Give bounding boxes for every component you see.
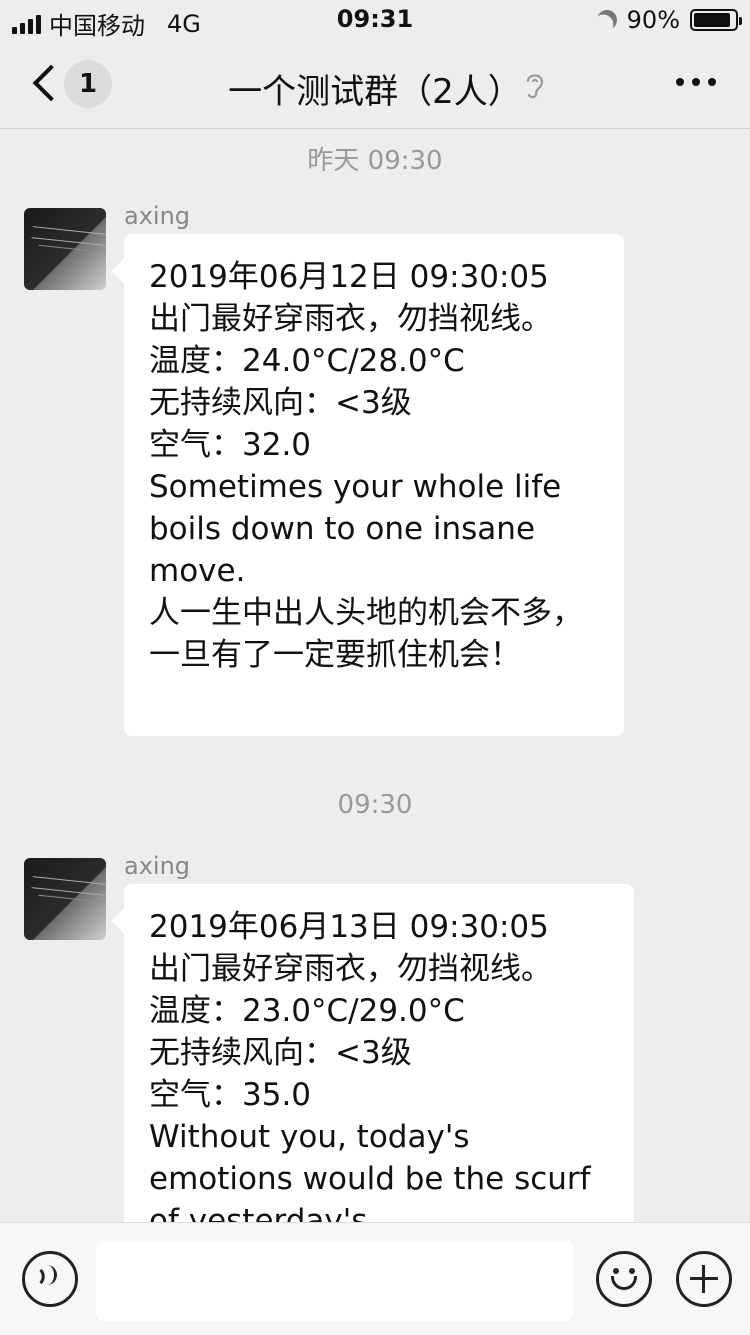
message-input[interactable]	[96, 1241, 574, 1321]
timestamp: 昨天 09:30	[307, 146, 443, 176]
status-right: 90%	[594, 6, 742, 34]
ear-icon	[526, 74, 544, 99]
avatar[interactable]	[24, 208, 106, 290]
nav-bar: 1 一个测试群（2人）	[0, 40, 750, 129]
battery-fill	[694, 13, 730, 27]
input-bar	[0, 1222, 750, 1335]
plus-icon[interactable]	[676, 1251, 732, 1307]
voice-input-icon[interactable]	[22, 1251, 78, 1307]
sender-name: axing	[124, 202, 191, 230]
more-options-icon[interactable]	[676, 78, 716, 86]
status-bar: 中国移动 4G 09:31 90%	[0, 0, 750, 40]
avatar[interactable]	[24, 858, 106, 940]
timestamp: 09:30	[337, 790, 413, 820]
sender-name: axing	[124, 852, 191, 880]
battery-icon	[690, 9, 742, 31]
message-bubble[interactable]: 2019年06月12日 09:30:05 出门最好穿雨衣，勿挡视线。 温度：24…	[124, 234, 624, 736]
chat-title: 一个测试群（2人）	[228, 72, 522, 112]
emoji-icon[interactable]	[596, 1251, 652, 1307]
battery-percent: 90%	[626, 6, 680, 34]
moon-icon	[594, 7, 620, 33]
